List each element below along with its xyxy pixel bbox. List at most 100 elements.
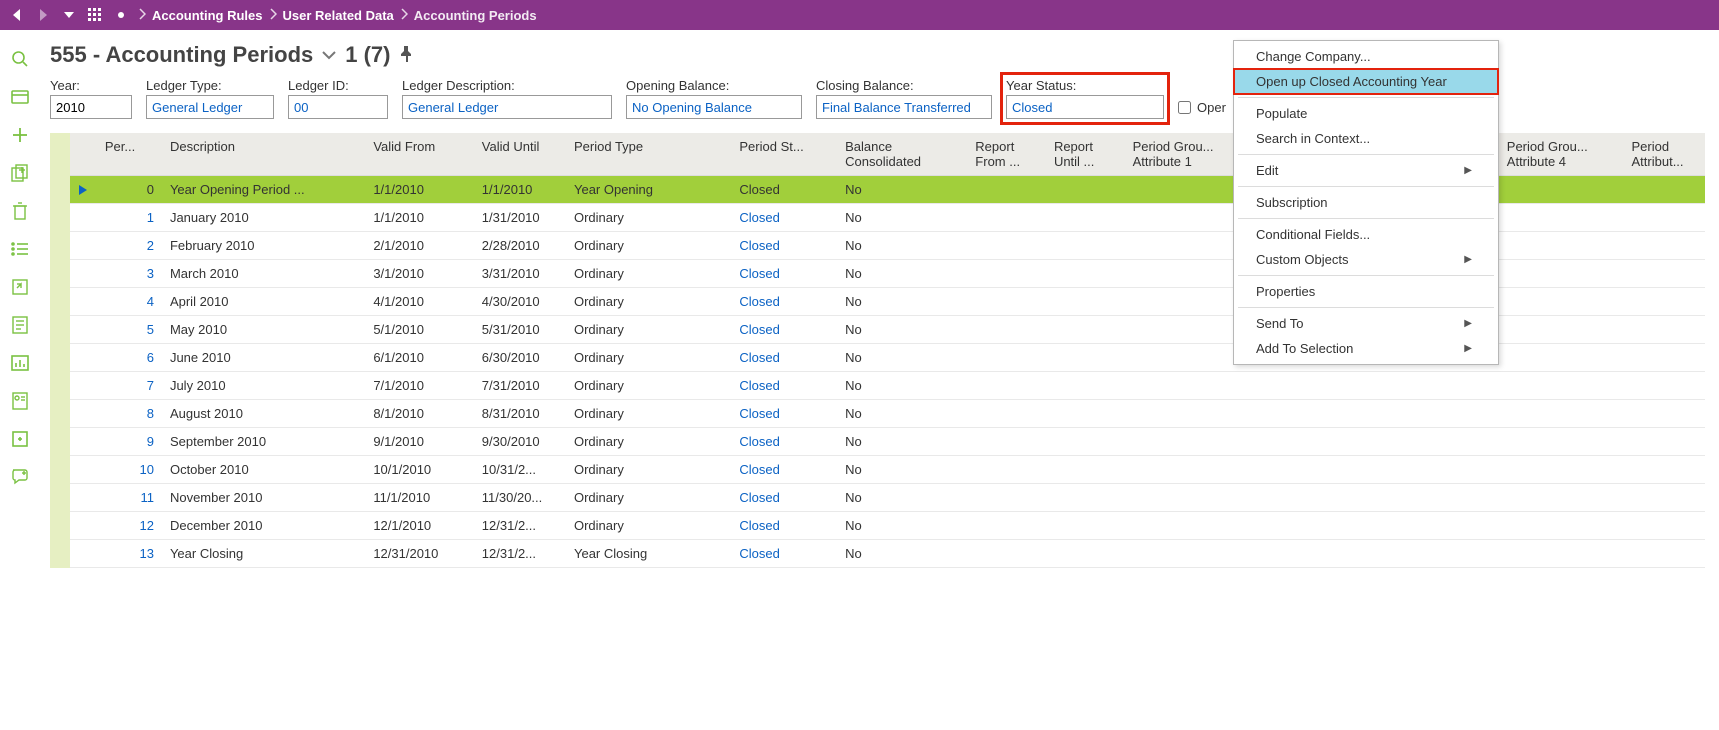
table-row[interactable]: 7July 20107/1/20107/31/2010OrdinaryClose… (70, 372, 1705, 400)
menu-item[interactable]: Populate (1234, 101, 1498, 126)
closing-balance-label: Closing Balance: (816, 78, 992, 93)
row-marker[interactable] (70, 400, 97, 428)
notes-icon[interactable] (0, 306, 40, 344)
col-pg-attr4[interactable]: Period Grou... Attribute 4 (1499, 133, 1624, 176)
cell-bc: No (837, 372, 967, 400)
cell-pattr (1624, 176, 1705, 204)
menu-item[interactable]: Add To Selection▶ (1234, 336, 1498, 361)
menu-item[interactable]: Subscription (1234, 190, 1498, 215)
col-report-until[interactable]: Report Until ... (1046, 133, 1125, 176)
row-marker[interactable] (70, 316, 97, 344)
cell-pattr (1624, 372, 1705, 400)
col-description[interactable]: Description (162, 133, 365, 176)
year-status-input[interactable] (1006, 95, 1164, 119)
breadcrumb-item[interactable]: User Related Data (283, 8, 394, 23)
context-menu[interactable]: Change Company...Open up Closed Accounti… (1233, 40, 1499, 365)
chart-icon[interactable] (0, 344, 40, 382)
row-marker[interactable] (70, 512, 97, 540)
menu-item-label: Conditional Fields... (1256, 227, 1370, 242)
row-marker[interactable] (70, 540, 97, 568)
cell-until: 7/31/2010 (474, 372, 566, 400)
apps-grid-icon[interactable] (86, 6, 104, 24)
row-marker[interactable] (70, 344, 97, 372)
table-row[interactable]: 12December 201012/1/201012/31/2...Ordina… (70, 512, 1705, 540)
cell-ptype: Year Closing (566, 540, 731, 568)
search-icon[interactable] (0, 40, 40, 78)
nav-dropdown-icon[interactable] (60, 6, 78, 24)
menu-item[interactable]: Search in Context... (1234, 126, 1498, 151)
row-marker[interactable] (70, 428, 97, 456)
col-period[interactable]: Per... (97, 133, 162, 176)
cell-rf (967, 344, 1046, 372)
delete-icon[interactable] (0, 192, 40, 230)
export-icon[interactable] (0, 268, 40, 306)
menu-item-label: Edit (1256, 163, 1278, 178)
report-icon[interactable] (0, 382, 40, 420)
row-marker[interactable] (70, 204, 97, 232)
nav-back-button[interactable] (8, 6, 26, 24)
open-flag-field[interactable]: Oper (1178, 95, 1226, 119)
col-report-from[interactable]: Report From ... (967, 133, 1046, 176)
cell-rf (967, 288, 1046, 316)
breadcrumb-item[interactable]: Accounting Rules (152, 8, 263, 23)
cell-from: 6/1/2010 (365, 344, 473, 372)
nav-forward-button[interactable] (34, 6, 52, 24)
table-row[interactable]: 13Year Closing12/31/201012/31/2...Year C… (70, 540, 1705, 568)
row-marker[interactable] (70, 484, 97, 512)
cell-pga1 (1125, 176, 1250, 204)
row-marker[interactable] (70, 372, 97, 400)
menu-separator (1238, 154, 1494, 155)
duplicate-icon[interactable] (0, 154, 40, 192)
add-icon[interactable] (0, 116, 40, 154)
col-period-type[interactable]: Period Type (566, 133, 731, 176)
closing-balance-input[interactable] (816, 95, 992, 119)
ledger-desc-input[interactable] (402, 95, 612, 119)
cell-period: 4 (97, 288, 162, 316)
menu-item[interactable]: Change Company... (1234, 44, 1498, 69)
opening-balance-input[interactable] (626, 95, 802, 119)
cell-from: 1/1/2010 (365, 204, 473, 232)
cell-pstatus: Closed (731, 540, 837, 568)
table-row[interactable]: 9September 20109/1/20109/30/2010Ordinary… (70, 428, 1705, 456)
menu-item[interactable]: Conditional Fields... (1234, 222, 1498, 247)
col-valid-until[interactable]: Valid Until (474, 133, 566, 176)
year-field: Year: (50, 78, 132, 119)
row-marker[interactable] (70, 288, 97, 316)
col-period-status[interactable]: Period St... (731, 133, 837, 176)
cell-until: 12/31/2... (474, 540, 566, 568)
col-balance-consolidated[interactable]: Balance Consolidated (837, 133, 967, 176)
table-row[interactable]: 11November 201011/1/201011/30/20...Ordin… (70, 484, 1705, 512)
cell-bc: No (837, 176, 967, 204)
panel-icon[interactable] (0, 78, 40, 116)
table-row[interactable]: 8August 20108/1/20108/31/2010OrdinaryClo… (70, 400, 1705, 428)
open-flag-checkbox[interactable] (1178, 101, 1191, 114)
chevron-down-icon[interactable] (321, 48, 337, 63)
row-marker[interactable] (70, 176, 97, 204)
menu-item[interactable]: Open up Closed Accounting Year (1234, 69, 1498, 94)
new-window-icon[interactable] (0, 420, 40, 458)
row-marker[interactable] (70, 456, 97, 484)
col-pg-attr1[interactable]: Period Grou... Attribute 1 (1125, 133, 1250, 176)
cell-pga4 (1499, 204, 1624, 232)
table-row[interactable]: 10October 201010/1/201010/31/2...Ordinar… (70, 456, 1705, 484)
menu-item[interactable]: Send To▶ (1234, 311, 1498, 336)
cell-pattr (1624, 316, 1705, 344)
cell-pga2 (1249, 484, 1374, 512)
menu-item[interactable]: Custom Objects▶ (1234, 247, 1498, 272)
row-marker[interactable] (70, 232, 97, 260)
year-input[interactable] (50, 95, 132, 119)
ledger-type-input[interactable] (146, 95, 274, 119)
breadcrumb-item-current[interactable]: Accounting Periods (414, 8, 537, 23)
col-valid-from[interactable]: Valid From (365, 133, 473, 176)
ledger-id-input[interactable] (288, 95, 388, 119)
pin-icon[interactable] (399, 46, 413, 65)
menu-item[interactable]: Properties (1234, 279, 1498, 304)
chat-icon[interactable] (0, 458, 40, 496)
list-icon[interactable] (0, 230, 40, 268)
cell-pstatus: Closed (731, 232, 837, 260)
row-marker[interactable] (70, 260, 97, 288)
breadcrumb-root-dot-icon[interactable] (112, 6, 130, 24)
cell-pattr (1624, 456, 1705, 484)
menu-item[interactable]: Edit▶ (1234, 158, 1498, 183)
col-period-attribute[interactable]: Period Attribut... (1624, 133, 1705, 176)
